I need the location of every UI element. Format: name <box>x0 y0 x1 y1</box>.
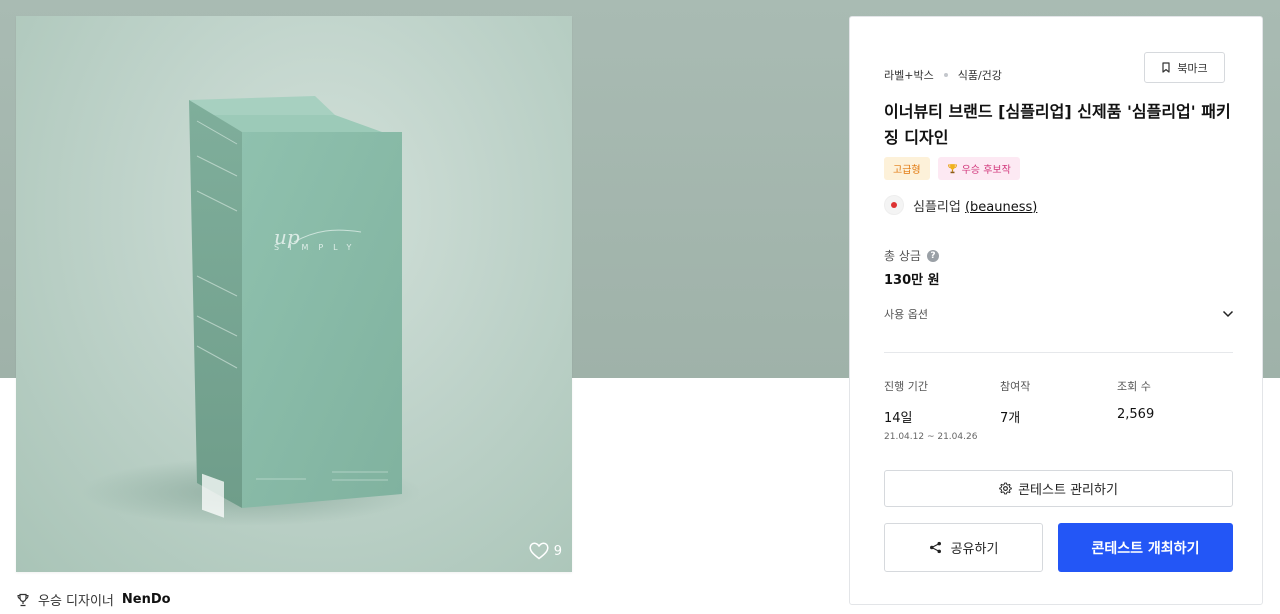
prize-value: 130만 원 <box>884 273 940 288</box>
stat-period-label: 진행 기간 <box>884 380 928 393</box>
stat-entries-value: 7개 <box>1000 411 1021 426</box>
help-icon[interactable]: ? <box>926 249 939 262</box>
breadcrumb-separator <box>943 73 948 77</box>
host-name: 심플리업 <box>913 199 961 215</box>
breadcrumb-category[interactable]: 라벨+박스 <box>884 67 934 83</box>
chevron-down-icon <box>1222 310 1234 318</box>
contest-info-panel: 라벨+박스 식품/건강 북마크 이너뷰티 브랜드 [심플리업] 신제품 '심플리… <box>849 16 1263 605</box>
divider <box>884 352 1233 353</box>
prize-label-row: 총 상금 ? <box>884 247 939 264</box>
stat-entries: 참여작 7개 <box>1000 378 1030 426</box>
bookmark-label: 북마크 <box>1177 61 1208 75</box>
stat-views-label: 조회 수 <box>1117 380 1151 393</box>
like-count: 9 <box>553 543 562 559</box>
premium-badge: 고급형 <box>884 157 930 180</box>
stat-period-range: 21.04.12 ~ 21.04.26 <box>884 432 978 442</box>
winner-candidate-badge: 우승 후보작 <box>937 157 1020 180</box>
prize-label: 총 상금 <box>884 249 921 263</box>
product-box-illustration: up SIMPLY <box>81 96 421 526</box>
like-counter[interactable]: 9 <box>529 542 562 560</box>
winner-candidate-label: 우승 후보작 <box>961 165 1011 176</box>
breadcrumb-subcategory[interactable]: 식품/건강 <box>958 67 1002 83</box>
host-avatar <box>884 195 904 215</box>
winner-label: 우승 디자이너 <box>38 594 114 609</box>
stat-entries-label: 참여작 <box>1000 380 1031 393</box>
stat-period: 진행 기간 14일 21.04.12 ~ 21.04.26 <box>884 378 977 442</box>
stat-views: 조회 수 2,569 <box>1117 378 1154 422</box>
stat-views-value: 2,569 <box>1117 407 1155 422</box>
share-label: 공유하기 <box>950 542 999 557</box>
stat-period-value: 14일 <box>884 411 913 426</box>
manage-contest-button[interactable]: 콘테스트 관리하기 <box>884 470 1233 507</box>
options-label: 사용 옵션 <box>884 308 928 321</box>
trophy-icon <box>947 164 957 174</box>
heart-icon <box>529 542 549 560</box>
gear-icon <box>999 482 1012 495</box>
winner-name[interactable]: NenDo <box>122 592 171 607</box>
share-icon <box>929 541 941 554</box>
brand-name-text: SIMPLY <box>274 243 361 252</box>
trophy-icon <box>17 593 29 606</box>
bookmark-icon <box>1162 62 1170 73</box>
badge-group: 고급형 우승 후보작 <box>884 157 1020 180</box>
host-profile[interactable]: 심플리업 (beauness) <box>884 195 1037 215</box>
host-name-wrap: 심플리업 (beauness) <box>913 196 1037 215</box>
share-button[interactable]: 공유하기 <box>884 523 1043 572</box>
host-contest-button[interactable]: 콘테스트 개최하기 <box>1058 523 1233 572</box>
options-dropdown[interactable]: 사용 옵션 <box>884 302 1234 326</box>
bookmark-button[interactable]: 북마크 <box>1144 52 1225 83</box>
manage-contest-label: 콘테스트 관리하기 <box>1018 483 1118 498</box>
breadcrumb: 라벨+박스 식품/건강 <box>884 67 1002 83</box>
host-handle[interactable]: (beauness) <box>965 200 1037 215</box>
product-image[interactable]: up SIMPLY 9 <box>16 16 572 572</box>
winner-designer: 우승 디자이너 NenDo <box>16 590 171 609</box>
contest-title: 이너뷰티 브랜드 [심플리업] 신제품 '심플리업' 패키징 디자인 <box>884 102 1231 147</box>
